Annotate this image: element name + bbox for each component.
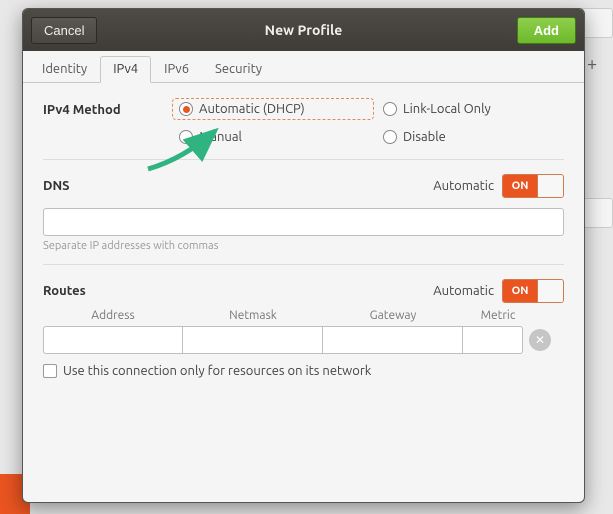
route-metric-input[interactable] — [463, 326, 523, 354]
switch-knob — [537, 175, 563, 197]
close-icon: ✕ — [535, 333, 545, 347]
new-profile-dialog: Cancel New Profile Add Identity IPv4 IPv… — [22, 8, 585, 503]
radio-manual[interactable]: Manual — [173, 127, 373, 147]
checkbox-label: Use this connection only for resources o… — [63, 364, 371, 378]
routes-heading: Routes — [43, 284, 86, 298]
dns-input[interactable] — [43, 208, 564, 236]
ipv4-method-label: IPv4 Method — [43, 99, 173, 117]
radio-icon — [179, 102, 193, 116]
cancel-button[interactable]: Cancel — [31, 17, 97, 44]
dns-hint: Separate IP addresses with commas — [43, 240, 564, 252]
routes-row-0: ✕ — [43, 326, 564, 354]
routes-header-gateway: Gateway — [323, 309, 463, 322]
tab-identity[interactable]: Identity — [29, 56, 100, 83]
route-delete-button[interactable]: ✕ — [529, 329, 551, 351]
routes-automatic-switch[interactable]: ON — [502, 279, 564, 303]
tab-security[interactable]: Security — [202, 56, 275, 83]
tabs: Identity IPv4 IPv6 Security — [23, 51, 584, 83]
tab-ipv6[interactable]: IPv6 — [151, 56, 202, 83]
plus-icon: + — [587, 54, 607, 74]
radio-label: Manual — [199, 130, 242, 144]
radio-disable[interactable]: Disable — [377, 127, 537, 147]
add-button[interactable]: Add — [517, 17, 576, 44]
routes-automatic-label: Automatic — [433, 284, 494, 298]
dialog-title: New Profile — [23, 22, 584, 38]
dns-automatic-switch[interactable]: ON — [502, 174, 564, 198]
switch-on-label: ON — [503, 280, 537, 302]
resources-only-checkbox[interactable]: Use this connection only for resources o… — [43, 364, 564, 378]
route-netmask-input[interactable] — [183, 326, 323, 354]
radio-icon — [383, 102, 397, 116]
dns-heading: DNS — [43, 179, 70, 193]
titlebar: Cancel New Profile Add — [23, 9, 584, 51]
radio-link-local-only[interactable]: Link-Local Only — [377, 99, 537, 119]
checkbox-icon — [43, 364, 57, 378]
radio-label: Disable — [403, 130, 446, 144]
switch-knob — [537, 280, 563, 302]
dns-automatic-label: Automatic — [433, 179, 494, 193]
switch-on-label: ON — [503, 175, 537, 197]
radio-icon — [179, 130, 193, 144]
routes-header-metric: Metric — [463, 309, 533, 322]
radio-icon — [383, 130, 397, 144]
route-address-input[interactable] — [43, 326, 183, 354]
radio-label: Automatic (DHCP) — [199, 102, 305, 116]
radio-label: Link-Local Only — [403, 102, 491, 116]
routes-header-address: Address — [43, 309, 183, 322]
tab-ipv4[interactable]: IPv4 — [100, 56, 151, 83]
radio-automatic-dhcp[interactable]: Automatic (DHCP) — [173, 99, 373, 119]
route-gateway-input[interactable] — [323, 326, 463, 354]
routes-header-netmask: Netmask — [183, 309, 323, 322]
